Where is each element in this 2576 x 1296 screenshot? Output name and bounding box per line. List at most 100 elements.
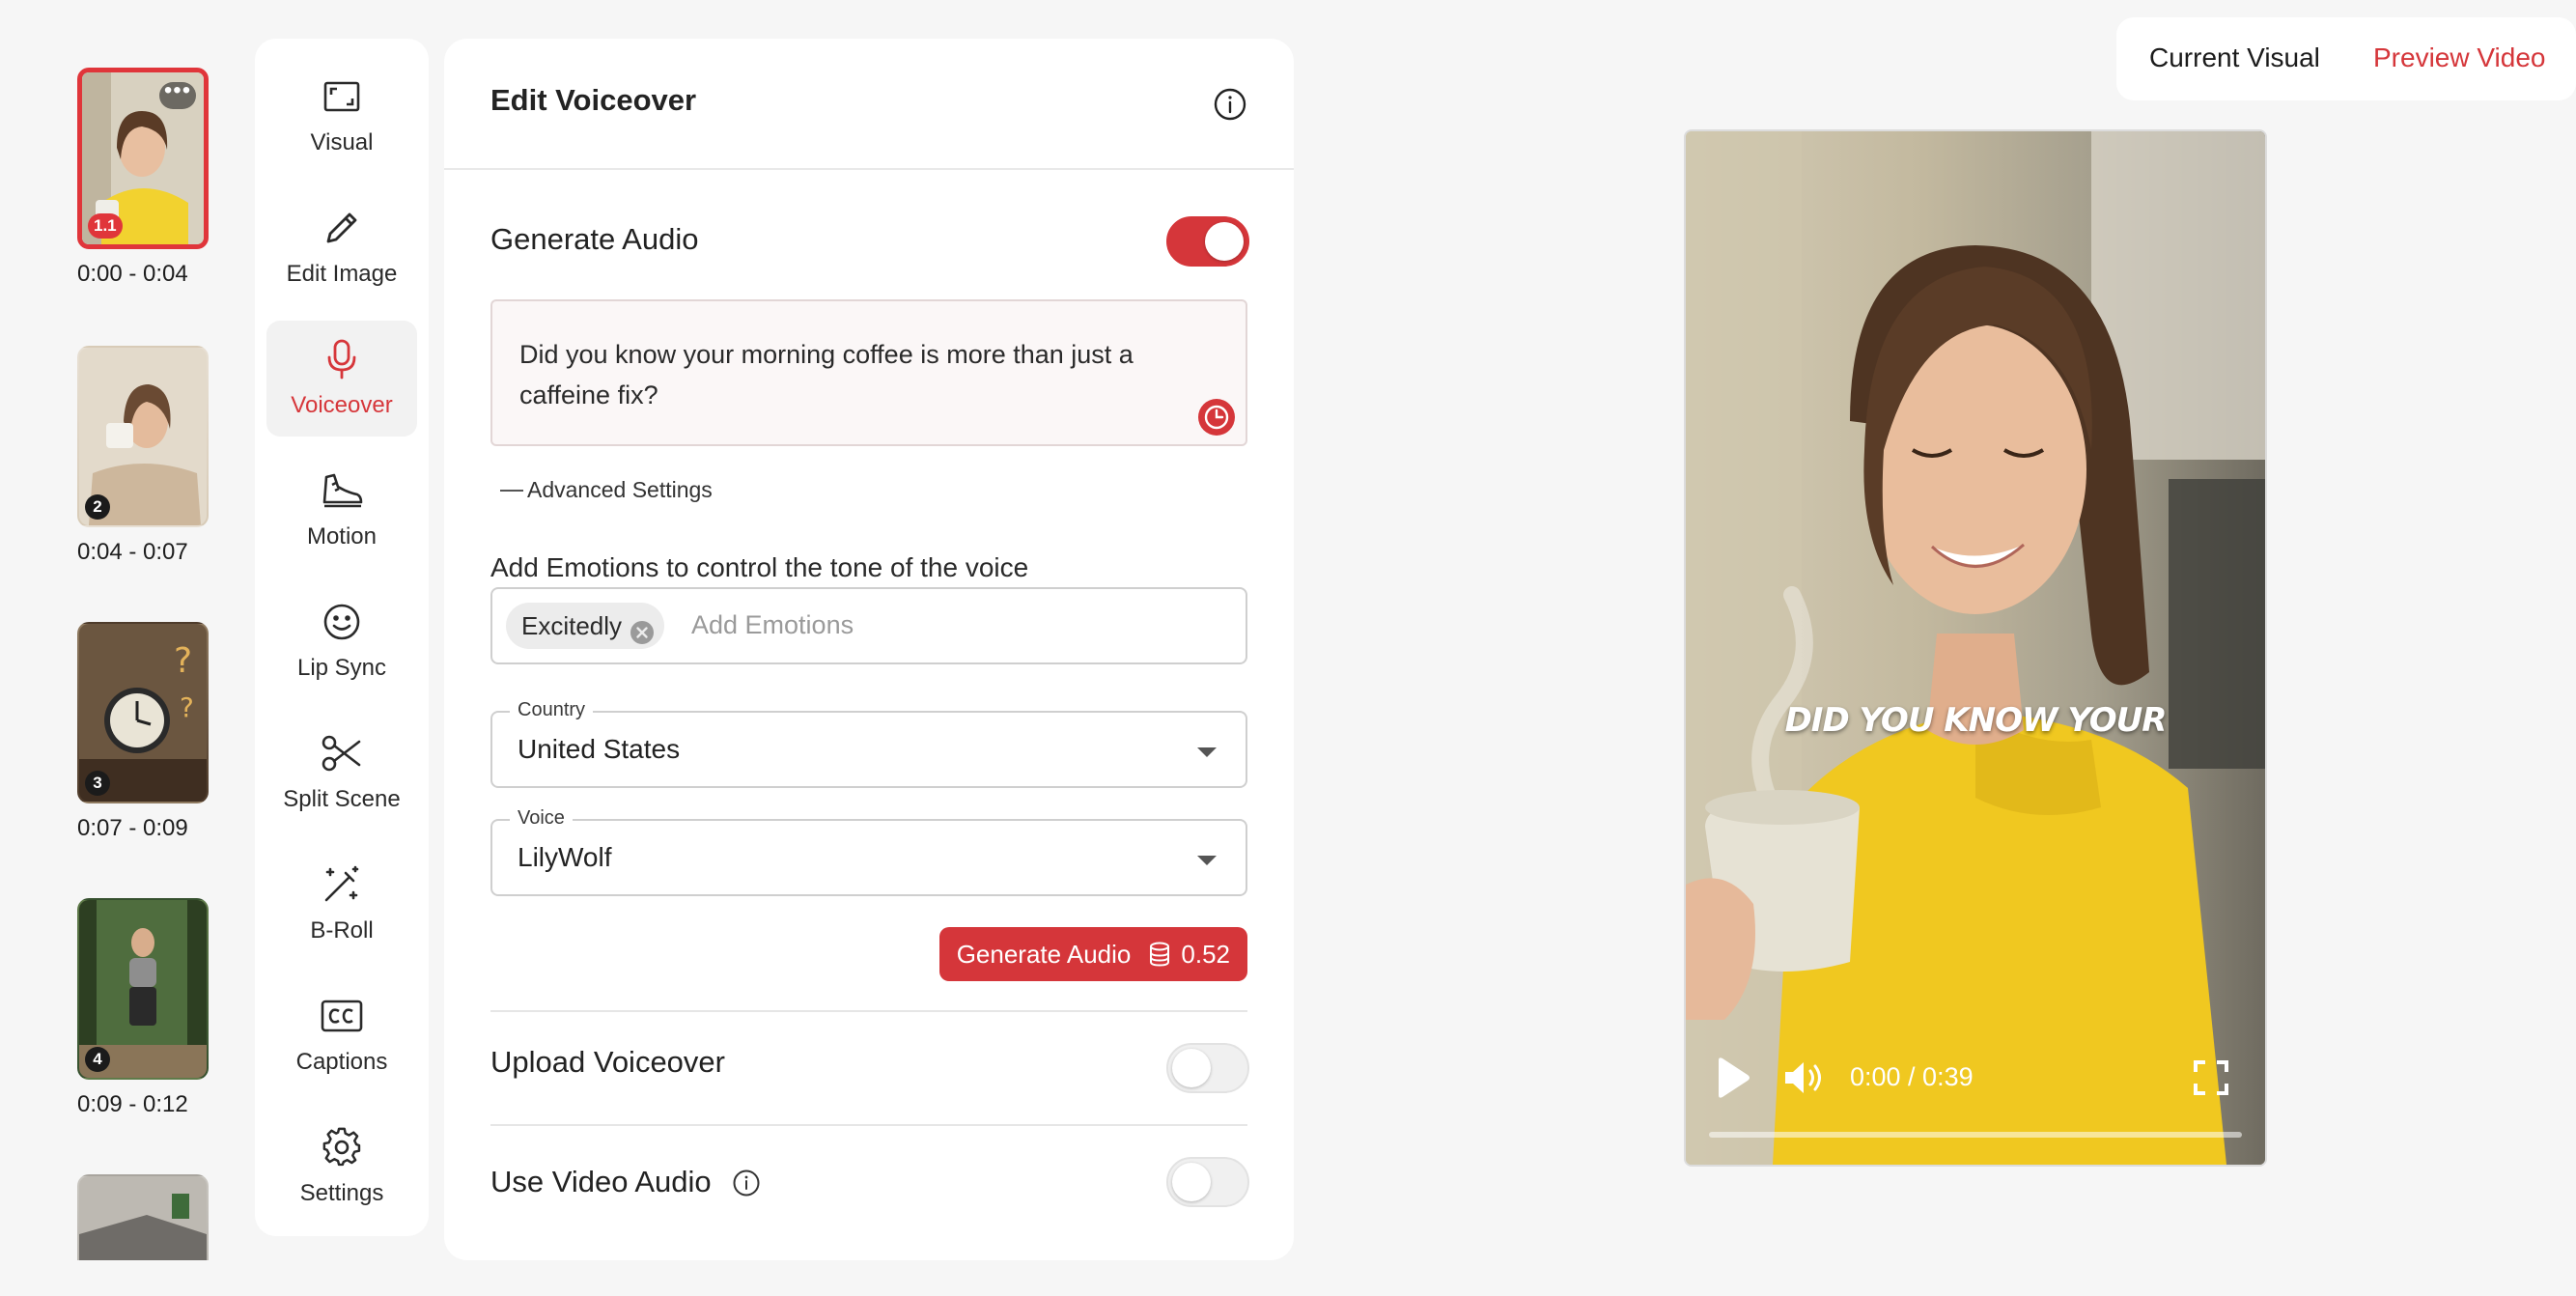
emotions-label: Add Emotions to control the tone of the … xyxy=(490,552,1029,582)
tool-label: Captions xyxy=(295,1049,388,1075)
tool-edit-image[interactable]: Edit Image xyxy=(266,189,417,305)
tool-visual[interactable]: Visual xyxy=(266,58,417,174)
play-icon[interactable] xyxy=(1713,1057,1751,1099)
scene-strip: ••• 1.1 0:00 - 0:04 2 0:04 - 0:07 ? ? 3 … xyxy=(77,68,212,1260)
voice-select[interactable]: Voice LilyWolf xyxy=(490,807,1247,896)
toggle-knob xyxy=(1172,1163,1211,1201)
tool-split-scene[interactable]: Split Scene xyxy=(266,715,417,831)
info-icon[interactable] xyxy=(1213,87,1247,122)
panel-title: Edit Voiceover xyxy=(490,83,697,117)
svg-text:?: ? xyxy=(174,641,192,681)
tool-label: Visual xyxy=(310,129,374,155)
collapse-dash-icon xyxy=(500,489,523,492)
generate-audio-toggle[interactable] xyxy=(1166,216,1249,267)
remove-chip-icon[interactable] xyxy=(630,613,655,644)
scene-time-range: 0:09 - 0:12 xyxy=(77,1091,188,1117)
voiceover-script-textarea[interactable]: Did you know your morning coffee is more… xyxy=(490,299,1247,446)
scene-item-5[interactable] xyxy=(77,1174,212,1260)
visual-icon xyxy=(321,75,363,118)
voice-value: LilyWolf xyxy=(518,842,612,872)
panel-header: Edit Voiceover xyxy=(444,39,1294,170)
edit-voiceover-panel: Edit Voiceover Generate Audio Did you kn… xyxy=(444,39,1294,1260)
video-progress-bar[interactable] xyxy=(1709,1132,2242,1138)
upload-voiceover-label: Upload Voiceover xyxy=(490,1045,725,1079)
tool-label: B-Roll xyxy=(310,917,374,944)
country-value: United States xyxy=(518,734,681,764)
tool-sidebar: Visual Edit Image Voiceover Motion Lip S… xyxy=(255,39,429,1236)
use-video-audio-label: Use Video Audio xyxy=(490,1165,712,1198)
coins-icon xyxy=(1150,942,1170,967)
credit-cost: 0.52 xyxy=(1148,940,1230,970)
tab-current-visual[interactable]: Current Visual xyxy=(2149,42,2320,73)
scene-more-button[interactable]: ••• xyxy=(159,79,196,109)
tool-label: Voiceover xyxy=(291,392,393,418)
tool-label: Lip Sync xyxy=(296,655,387,681)
emotion-chip[interactable]: Excitedly xyxy=(506,603,665,649)
video-frame-image xyxy=(1686,131,2265,1165)
scene-item-3[interactable]: ? ? 3 0:07 - 0:09 xyxy=(77,622,212,842)
voiceover-script-text[interactable]: Did you know your morning coffee is more… xyxy=(519,334,1195,415)
tool-voiceover[interactable]: Voiceover xyxy=(266,321,417,437)
tool-label: Split Scene xyxy=(283,786,401,812)
cc-icon xyxy=(321,995,363,1037)
tool-captions[interactable]: Captions xyxy=(266,977,417,1093)
shoe-icon xyxy=(321,469,363,512)
use-video-audio-toggle[interactable] xyxy=(1166,1157,1249,1207)
volume-icon[interactable] xyxy=(1782,1058,1827,1097)
scene-item-1[interactable]: ••• 1.1 0:00 - 0:04 xyxy=(77,68,212,288)
scene-thumbnail[interactable]: ••• 1.1 xyxy=(77,68,209,249)
generate-audio-button-label: Generate Audio xyxy=(956,939,1132,969)
view-tabs: Current Visual Preview Video xyxy=(2116,17,2576,100)
scene-number-badge: 4 xyxy=(85,1047,110,1072)
chevron-down-icon xyxy=(1197,856,1217,865)
emotions-input[interactable]: Excitedly Add Emotions xyxy=(490,587,1247,664)
tool-b-roll[interactable]: B-Roll xyxy=(266,846,417,962)
scene-time-range: 0:04 - 0:07 xyxy=(77,539,188,565)
scissors-icon xyxy=(321,732,363,775)
scene-thumbnail[interactable]: 2 xyxy=(77,346,209,527)
divider xyxy=(490,1124,1247,1126)
scene-time-range: 0:07 - 0:09 xyxy=(77,815,188,841)
divider xyxy=(490,1010,1247,1012)
info-icon[interactable] xyxy=(732,1169,761,1197)
tool-motion[interactable]: Motion xyxy=(266,452,417,568)
smiley-icon xyxy=(321,601,363,643)
chevron-down-icon xyxy=(1197,747,1217,757)
video-preview[interactable]: DID YOU KNOW YOUR 0:00 / 0:39 xyxy=(1684,129,2267,1167)
pencil-icon xyxy=(321,207,363,249)
svg-text:?: ? xyxy=(180,691,194,723)
toggle-knob xyxy=(1172,1049,1211,1087)
scene-thumbnail[interactable]: 4 xyxy=(77,898,209,1080)
country-legend: Country xyxy=(510,699,594,721)
fullscreen-icon[interactable] xyxy=(2194,1060,2228,1095)
emotion-chip-label: Excitedly xyxy=(521,611,623,640)
tab-preview-video[interactable]: Preview Video xyxy=(2373,42,2545,73)
video-caption: DID YOU KNOW YOUR xyxy=(1784,701,2168,740)
scene-thumbnail[interactable]: ? ? 3 xyxy=(77,622,209,803)
microphone-icon xyxy=(321,338,363,380)
generate-audio-button[interactable]: Generate Audio 0.52 xyxy=(938,927,1247,981)
voice-legend: Voice xyxy=(510,807,573,830)
scene-number-badge: 1.1 xyxy=(88,213,123,239)
country-select[interactable]: Country United States xyxy=(490,699,1247,788)
credit-cost-value: 0.52 xyxy=(1181,939,1230,969)
scene-number-badge: 3 xyxy=(85,771,110,796)
video-time: 0:00 / 0:39 xyxy=(1850,1062,1974,1091)
tool-label: Edit Image xyxy=(286,261,398,287)
advanced-settings-label: Advanced Settings xyxy=(527,477,713,502)
generate-audio-label: Generate Audio xyxy=(490,222,699,256)
scene-item-4[interactable]: 4 0:09 - 0:12 xyxy=(77,898,212,1118)
tool-label: Settings xyxy=(299,1180,384,1206)
toggle-knob xyxy=(1205,222,1244,261)
gear-icon xyxy=(321,1126,363,1169)
emotions-placeholder[interactable]: Add Emotions xyxy=(691,610,854,640)
tool-settings[interactable]: Settings xyxy=(266,1109,417,1225)
scene-item-2[interactable]: 2 0:04 - 0:07 xyxy=(77,346,212,566)
advanced-settings-toggle[interactable]: Advanced Settings xyxy=(500,477,713,503)
scene-thumbnail[interactable] xyxy=(77,1174,209,1260)
scene-time-range: 0:00 - 0:04 xyxy=(77,261,188,287)
scene-number-badge: 2 xyxy=(85,494,110,520)
upload-voiceover-toggle[interactable] xyxy=(1166,1043,1249,1093)
clock-icon[interactable] xyxy=(1197,398,1236,437)
tool-lip-sync[interactable]: Lip Sync xyxy=(266,583,417,699)
